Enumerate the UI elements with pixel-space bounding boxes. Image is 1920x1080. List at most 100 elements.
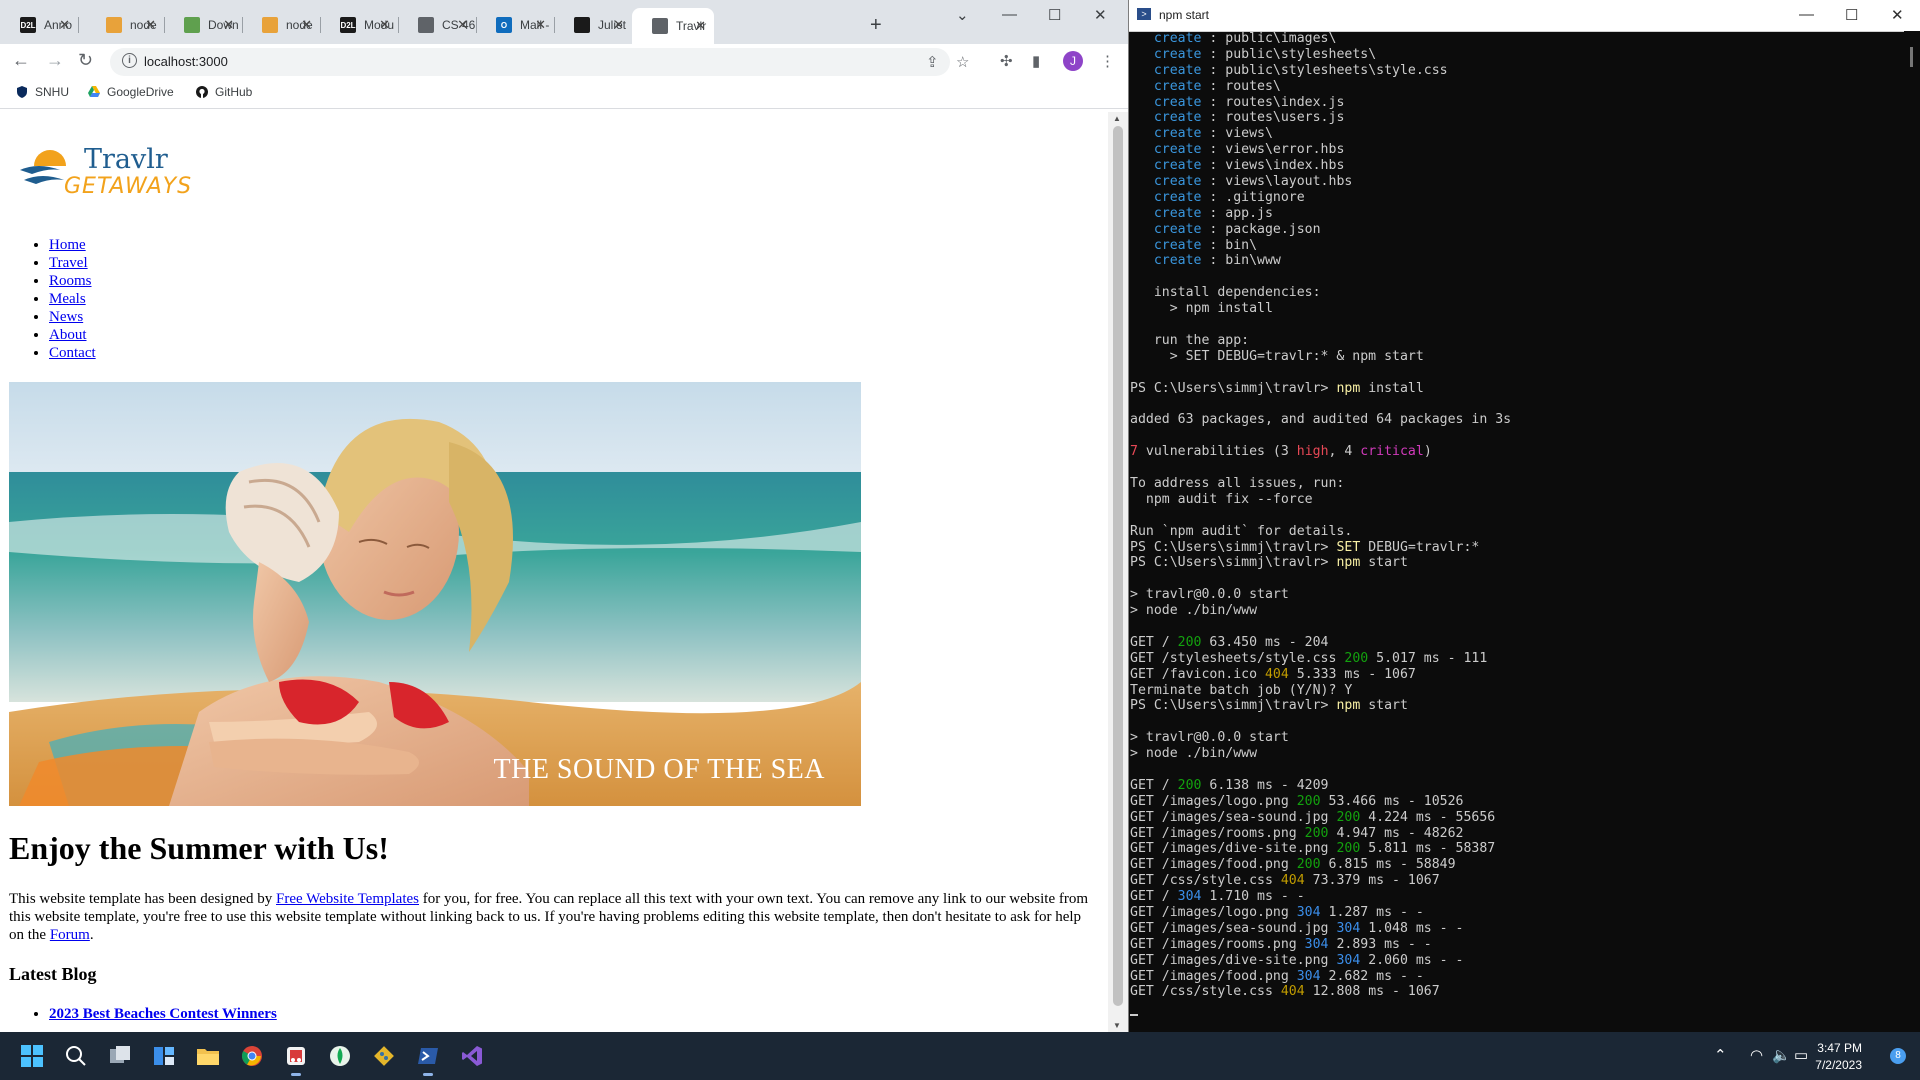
travlr-logo[interactable]: Travlr GETAWAYS (18, 134, 208, 204)
forward-button[interactable]: → (46, 50, 64, 71)
volume-icon[interactable]: 🔈 (1772, 1046, 1791, 1064)
share-icon[interactable]: ⇪ (926, 53, 939, 71)
tab-5[interactable]: CS 46 ✕ (398, 10, 477, 40)
nav-link-travel[interactable]: Travel (49, 255, 88, 271)
bookmark-star-icon[interactable]: ☆ (956, 53, 969, 71)
bookmark-snhu[interactable]: SNHU (16, 85, 69, 99)
tab-6[interactable]: O Mail - ✕ (476, 10, 555, 40)
tab-close-icon[interactable]: ✕ (379, 17, 390, 33)
nav-link-contact[interactable]: Contact (49, 345, 96, 361)
tab-close-icon[interactable]: ✕ (613, 17, 624, 33)
tab-8[interactable]: Travlr ✕ (632, 8, 714, 44)
visual-studio-button[interactable] (456, 1040, 488, 1072)
file-explorer-button[interactable] (192, 1040, 224, 1072)
tab-3[interactable]: node ✕ (242, 10, 321, 40)
blog-link[interactable]: 2023 Best Beaches Contest Winners (49, 1006, 277, 1022)
nav-link-news[interactable]: News (49, 309, 83, 325)
menu-kebab-icon[interactable]: ⋮ (1100, 52, 1115, 70)
extensions-icon[interactable]: ✣ (1000, 52, 1013, 70)
terminal-line: create : .gitignore (1130, 190, 1890, 206)
tab-2[interactable]: Down ✕ (164, 10, 243, 40)
terminal-text: GET /images/food.png (1130, 968, 1297, 984)
snipping-tool-icon (287, 1047, 305, 1065)
new-tab-button[interactable]: + (870, 14, 882, 37)
terminal-text: npm (1336, 380, 1361, 396)
close-window-button[interactable]: ✕ (1094, 6, 1107, 24)
free-website-templates-link[interactable]: Free Website Templates (276, 891, 419, 907)
terminal-text: 1.287 ms - - (1320, 904, 1424, 920)
back-button[interactable]: ← (12, 50, 30, 71)
nav-link-home[interactable]: Home (49, 237, 86, 253)
bookmark-googledrive[interactable]: GoogleDrive (88, 85, 174, 99)
address-bar[interactable]: i localhost:3000 ⇪ ☆ (110, 48, 969, 76)
terminal-text: : routes\ (1201, 78, 1281, 94)
task-view-button[interactable] (104, 1040, 136, 1072)
terminal-text: GET /css/style.css (1130, 873, 1281, 889)
scroll-up-arrow-icon[interactable]: ▲ (1113, 114, 1121, 123)
forum-link[interactable]: Forum (50, 927, 90, 943)
wifi-icon[interactable]: ◠ (1750, 1046, 1763, 1064)
powershell-button[interactable] (412, 1040, 444, 1076)
search-button[interactable] (60, 1040, 92, 1072)
snipping-tool-button[interactable] (280, 1040, 312, 1076)
start-button[interactable] (16, 1040, 48, 1072)
terminal-close-button[interactable]: ✕ (1891, 6, 1904, 24)
terminal-text: > npm install (1130, 301, 1273, 317)
terminal-maximize-button[interactable]: ☐ (1845, 6, 1858, 24)
tab-close-icon[interactable]: ✕ (457, 17, 468, 33)
tab-4[interactable]: D2L Modu ✕ (320, 10, 399, 40)
nav-link-about[interactable]: About (49, 327, 87, 343)
intro-paragraph: This website template has been designed … (9, 890, 1099, 944)
tab-7[interactable]: Juliet ✕ (554, 10, 632, 40)
terminal-text: To address all issues, run: (1130, 475, 1345, 491)
git-button[interactable] (368, 1040, 400, 1072)
side-panel-icon[interactable]: ▮ (1032, 52, 1040, 70)
tab-close-icon[interactable]: ✕ (223, 17, 234, 33)
nav-link-rooms[interactable]: Rooms (49, 273, 92, 289)
terminal-text: : routes\index.js (1201, 94, 1345, 110)
terminal-text: 4.224 ms - 55656 (1360, 809, 1496, 825)
profile-avatar[interactable]: J (1063, 51, 1083, 71)
maximize-button[interactable]: ☐ (1048, 6, 1061, 24)
terminal-text: create (1153, 158, 1202, 174)
terminal-minimize-button[interactable]: — (1799, 6, 1814, 23)
scrollbar-thumb[interactable] (1113, 126, 1123, 1006)
scroll-down-arrow-icon[interactable]: ▼ (1113, 1021, 1121, 1030)
terminal-output[interactable]: create : public\images\ create : public\… (1130, 31, 1890, 1032)
bookmark-github[interactable]: GitHub (196, 85, 252, 99)
terminal-text: GET /images/dive-site.png (1130, 841, 1337, 857)
tab-1[interactable]: node ✕ (86, 10, 165, 40)
tab-close-icon[interactable]: ✕ (145, 17, 156, 33)
tab-search-icon[interactable]: ⌄ (956, 6, 969, 24)
terminal-line: create : app.js (1130, 206, 1890, 222)
minimize-button[interactable]: — (1002, 6, 1017, 23)
chevron-up-icon[interactable]: ⌃ (1714, 1046, 1727, 1064)
terminal-line: create : views\index.hbs (1130, 158, 1890, 174)
search-icon (66, 1046, 86, 1066)
battery-icon[interactable]: ▭ (1794, 1046, 1808, 1064)
nodejs-hex-icon (184, 17, 200, 33)
tab-close-icon[interactable]: ✕ (301, 17, 312, 33)
terminal-text: > travlr@0.0.0 start (1130, 730, 1289, 746)
terminal-scrollbar-thumb[interactable] (1910, 47, 1913, 67)
terminal-text: , 4 (1328, 444, 1361, 460)
terminal-text: create (1153, 205, 1202, 221)
page-scrollbar[interactable]: ▲ ▼ (1108, 112, 1128, 1032)
tab-close-icon[interactable]: ✕ (59, 17, 70, 33)
chrome-button[interactable] (236, 1040, 268, 1072)
site-info-icon[interactable]: i (122, 53, 137, 68)
widgets-button[interactable] (148, 1040, 180, 1072)
tab-0[interactable]: D2L Anno ✕ (0, 10, 79, 40)
file-explorer-icon (197, 1049, 219, 1065)
reload-button[interactable]: ↻ (78, 50, 93, 71)
tab-close-icon[interactable]: ✕ (695, 18, 706, 34)
terminal-scrollbar[interactable] (1904, 31, 1920, 1032)
notification-badge[interactable]: 8 (1890, 1048, 1906, 1064)
terminal-text: install (1360, 380, 1424, 396)
tab-close-icon[interactable]: ✕ (535, 17, 546, 33)
clock[interactable]: 3:47 PM 7/2/2023 (1815, 1040, 1862, 1074)
mongodb-compass-button[interactable] (324, 1040, 356, 1072)
nav-link-meals[interactable]: Meals (49, 291, 86, 307)
